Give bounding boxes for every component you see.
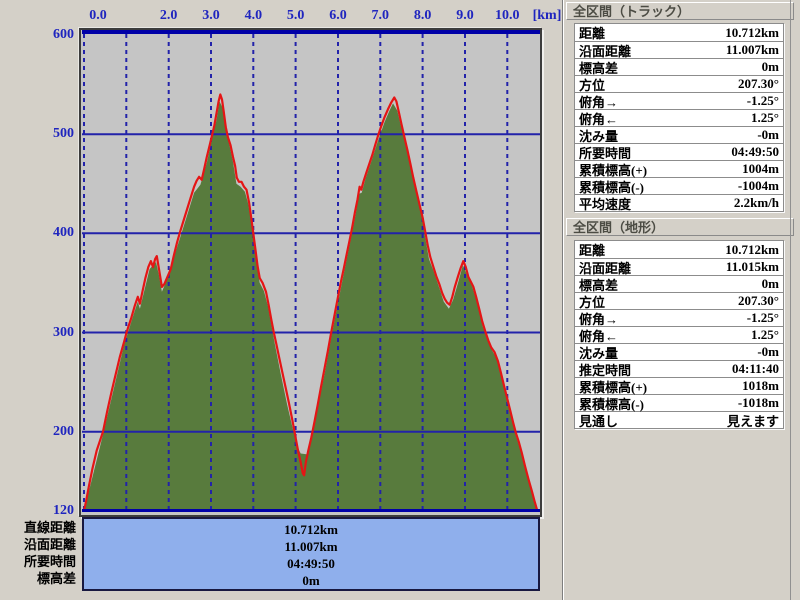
table-row: 所要時間 04:49:50 (575, 143, 783, 161)
row-value: 11.015km (725, 259, 779, 274)
row-value: 10.712km (725, 24, 779, 40)
row-label: 距離 (579, 26, 606, 41)
row-value: 11.007km (725, 42, 779, 57)
table-row: 沈み量 -0m (575, 343, 783, 361)
table-row: 見通し 見えます (575, 411, 783, 429)
table-row: 推定時間 04:11:40 (575, 360, 783, 378)
y-tick-label: 600 (53, 27, 74, 42)
table-row: 距離 10.712km (575, 24, 783, 41)
table-row: 俯角→ -1.25° (575, 309, 783, 327)
summary-box: 10.712km 11.007km 04:49:50 0m (82, 517, 540, 591)
row-value: 0m (761, 276, 779, 291)
panel-track-table: 距離 10.712km 沿面距離 11.007km 標高差 0m 方位 207.30° 俯角→ -… (574, 23, 784, 212)
table-row: 沿面距離 11.015km (575, 258, 783, 276)
row-value: -0m (757, 127, 779, 142)
summary-row-label: 標高差 (36, 571, 76, 586)
summary-row-label: 所要時間 (23, 554, 76, 569)
table-row: 俯角→ -1.25° (575, 92, 783, 110)
y-tick-label: 300 (53, 324, 74, 340)
row-value: 1.25° (751, 110, 779, 125)
row-value: 0m (761, 59, 779, 74)
row-value: 見えます (726, 413, 779, 429)
table-row: 累積標高(-) -1018m (575, 394, 783, 412)
panel-terrain-title: 全区間（地形） (566, 218, 794, 236)
sidebar: 全区間（トラック） 距離 10.712km 沿面距離 11.007km 標高差 0m 方位 2… (562, 0, 800, 600)
terrain-area (84, 101, 538, 512)
summary-value: 04:49:50 (287, 556, 335, 571)
y-tick-label: 400 (53, 225, 74, 241)
table-row: 累積標高(+) 1004m (575, 160, 783, 178)
x-tick-label: 9.0 (456, 8, 474, 23)
elevation-chart-region: 0.0 2.0 3.0 4.0 5.0 6.0 7.0 8.0 9.0 10.0 [km] 600 5… (0, 0, 562, 600)
x-tick-label: 5.0 (286, 8, 305, 23)
table-row: 標高差 0m (575, 58, 783, 76)
plot-bottom-border (82, 509, 540, 512)
row-value: 207.30° (738, 76, 779, 91)
table-row: 俯角← 1.25° (575, 326, 783, 344)
row-label: 見通し (579, 413, 619, 429)
row-value: 1004m (742, 161, 779, 176)
table-row: 平均速度 2.2km/h (575, 194, 783, 212)
summary-value: 11.007km (284, 539, 338, 554)
y-tick-label: 200 (53, 423, 74, 439)
plot-frame (79, 28, 542, 517)
table-row: 累積標高(-) -1004m (575, 177, 783, 195)
y-tick-label: 500 (53, 126, 74, 142)
summary-value: 10.712km (284, 522, 338, 537)
y-tick-label: 120 (53, 503, 74, 518)
table-row: 標高差 0m (575, 275, 783, 293)
plot-top-border (82, 30, 540, 34)
x-tick-label: 0.0 (89, 8, 107, 23)
table-row: 沿面距離 11.007km (575, 41, 783, 59)
summary-value: 0m (302, 573, 320, 588)
x-tick-label: 10.0 (495, 8, 520, 23)
row-label: 平均速度 (579, 196, 632, 212)
x-tick-label: 3.0 (202, 8, 220, 23)
table-row: 沈み量 -0m (575, 126, 783, 144)
summary-row-label: 沿面距離 (23, 537, 76, 552)
row-label: 距離 (579, 243, 606, 258)
row-value: -1.25° (746, 93, 779, 108)
sidebar-edge-divider (790, 0, 791, 600)
x-tick-label: 4.0 (244, 8, 263, 23)
table-row: 方位 207.30° (575, 75, 783, 93)
row-value: -1018m (737, 395, 779, 410)
row-value: 1.25° (751, 327, 779, 342)
row-value: -1004m (737, 178, 779, 193)
table-row: 方位 207.30° (575, 292, 783, 310)
row-value: 2.2km/h (733, 195, 779, 210)
row-value: 04:11:40 (732, 361, 779, 376)
x-tick-label: 2.0 (159, 8, 178, 23)
summary-row-label: 直線距離 (23, 520, 76, 535)
row-value: 10.712km (725, 241, 779, 257)
x-tick-label: 7.0 (371, 8, 390, 23)
row-value: -1.25° (746, 310, 779, 325)
table-row: 累積標高(+) 1018m (575, 377, 783, 395)
panel-track-title: 全区間（トラック） (566, 2, 794, 20)
table-row: 距離 10.712km (575, 241, 783, 258)
panel-terrain-table: 距離 10.712km 沿面距離 11.015km 標高差 0m 方位 207.30° 俯角→ -… (574, 240, 784, 429)
row-value: 207.30° (738, 293, 779, 308)
x-tick-label: 8.0 (413, 8, 432, 23)
route-profile-window: 0.0 2.0 3.0 4.0 5.0 6.0 7.0 8.0 9.0 10.0 [km] 600 5… (0, 0, 800, 600)
table-row: 俯角← 1.25° (575, 109, 783, 127)
elevation-plot[interactable] (82, 30, 540, 515)
x-axis-unit-label: [km] (532, 8, 562, 23)
x-tick-label: 6.0 (329, 8, 347, 23)
row-value: 04:49:50 (731, 144, 779, 159)
row-value: -0m (757, 344, 779, 359)
row-value: 1018m (742, 378, 779, 393)
